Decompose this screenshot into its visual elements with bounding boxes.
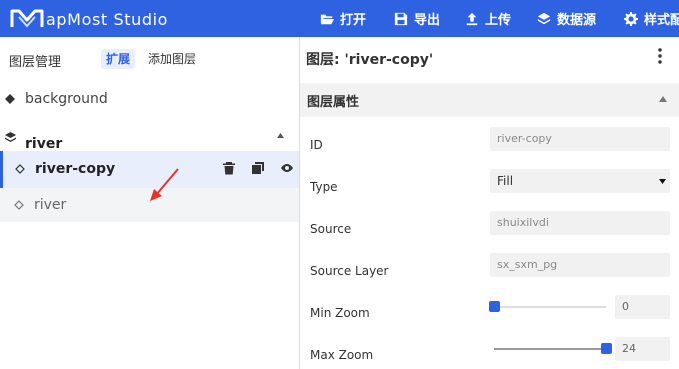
field-min-zoom: Min Zoom 0: [300, 295, 679, 320]
chevron-down-icon: [659, 179, 666, 184]
diamond-outline-icon: [14, 200, 24, 210]
properties-title: 图层: 'river-copy': [306, 52, 434, 68]
tab-add-layer[interactable]: 添加图层: [143, 49, 201, 69]
style-config-label: 样式配: [644, 13, 679, 28]
copy-icon[interactable]: [251, 161, 265, 175]
id-input[interactable]: river-copy: [490, 127, 670, 151]
upload-icon: [465, 12, 479, 26]
max-zoom-input[interactable]: 24: [615, 337, 670, 361]
annotation-arrow: [150, 168, 179, 201]
layer-label: river: [34, 197, 67, 213]
datasource-button[interactable]: 数据源: [537, 0, 596, 37]
layer-properties-section[interactable]: 图层属性: [300, 83, 679, 117]
field-source-layer: Source Layer sx_sxm_pg: [300, 253, 679, 278]
save-icon: [394, 12, 408, 26]
export-button[interactable]: 导出: [394, 0, 440, 37]
diamond-outline-icon: [15, 164, 25, 174]
layer-group-icon: [5, 132, 16, 142]
layers-panel-header: 图层管理 扩展 添加图层: [0, 37, 300, 81]
eye-icon[interactable]: [280, 161, 294, 175]
layers-panel-title: 图层管理: [9, 55, 62, 70]
delete-icon[interactable]: [222, 161, 236, 175]
layers-panel: 图层管理 扩展 添加图层 background river river-copy: [0, 37, 300, 369]
collapse-caret-icon[interactable]: [277, 133, 284, 138]
type-select-value: Fill: [497, 174, 514, 188]
layer-label: background: [25, 91, 108, 107]
field-type: Type Fill: [300, 169, 679, 194]
layer-actions: [222, 161, 294, 175]
app-name: apMost Studio: [46, 9, 169, 29]
field-max-zoom: Max Zoom 24: [300, 337, 679, 362]
slider-track: [494, 306, 606, 308]
top-bar: apMost Studio 打开 导出 上传 数据源 样式配: [0, 0, 679, 37]
app-logo: apMost Studio: [10, 6, 168, 32]
export-label: 导出: [414, 13, 441, 28]
field-source: Source shuixilvdi: [300, 211, 679, 236]
layer-label: river-copy: [35, 161, 116, 177]
fill-diamond-icon: [5, 94, 15, 104]
source-input[interactable]: shuixilvdi: [490, 211, 670, 235]
folder-open-icon: [320, 12, 334, 26]
more-options-icon[interactable]: [657, 48, 663, 64]
min-zoom-slider[interactable]: 0: [489, 295, 670, 319]
slider-thumb[interactable]: [601, 343, 612, 354]
field-id: ID river-copy: [300, 127, 679, 152]
datasource-label: 数据源: [557, 13, 597, 28]
field-label: Type: [310, 180, 338, 194]
field-label: Min Zoom: [310, 306, 370, 320]
gear-icon: [624, 11, 638, 26]
slider-fill: [494, 348, 606, 350]
logo-mark: [10, 9, 44, 28]
layers-stack-icon: [537, 12, 551, 26]
field-label: Source: [310, 222, 352, 236]
field-label: ID: [310, 138, 323, 152]
style-config-button[interactable]: 样式配: [624, 0, 679, 37]
layer-item-background[interactable]: background: [0, 89, 299, 109]
open-button[interactable]: 打开: [320, 0, 366, 37]
max-zoom-slider[interactable]: 24: [490, 337, 670, 361]
upload-label: 上传: [485, 13, 512, 28]
open-label: 打开: [340, 13, 367, 28]
properties-panel: 图层: 'river-copy' 图层属性 ID river-copy Type…: [300, 37, 679, 369]
field-label: Source Layer: [310, 264, 389, 278]
field-label: Max Zoom: [310, 348, 374, 362]
min-zoom-input[interactable]: 0: [615, 295, 670, 319]
collapse-caret-icon: [659, 96, 667, 102]
type-select[interactable]: Fill: [490, 169, 670, 193]
tab-extend[interactable]: 扩展: [101, 49, 136, 69]
source-layer-input[interactable]: sx_sxm_pg: [490, 253, 670, 277]
section-title: 图层属性: [307, 95, 360, 110]
upload-button[interactable]: 上传: [465, 0, 511, 37]
slider-thumb[interactable]: [489, 301, 500, 312]
